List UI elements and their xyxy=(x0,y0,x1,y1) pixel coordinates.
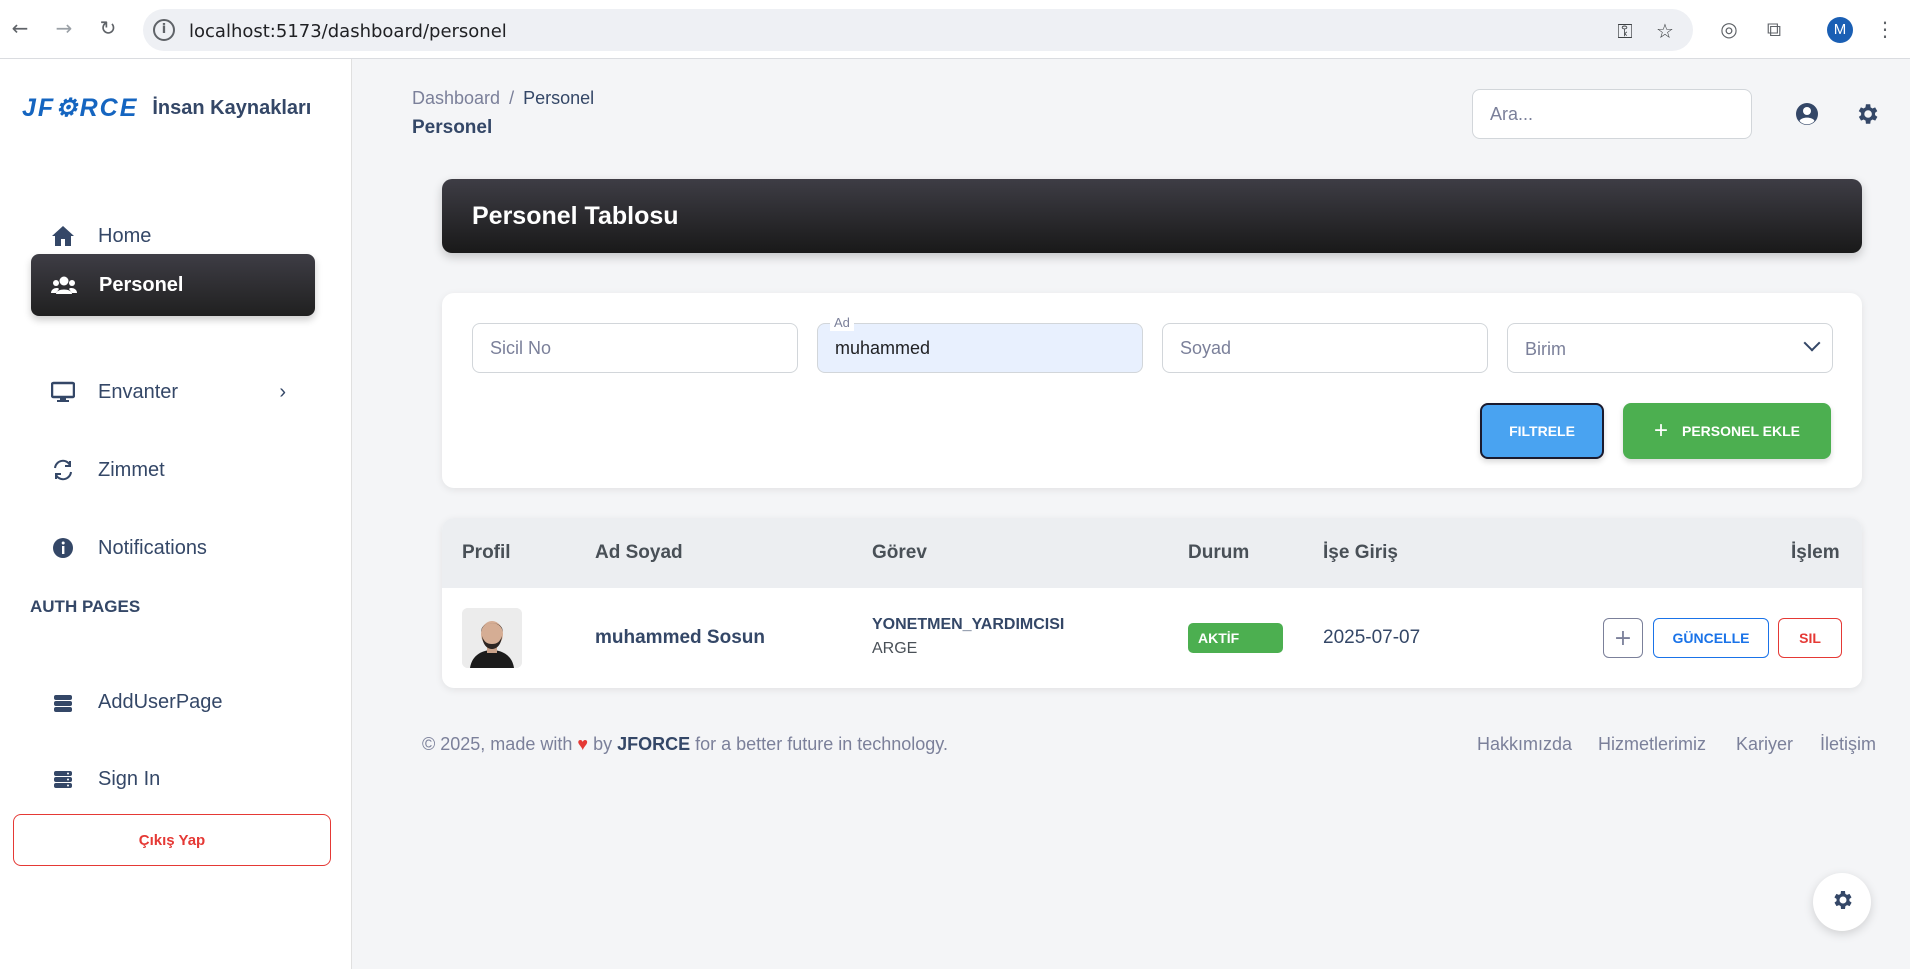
update-button[interactable]: GÜNCELLE xyxy=(1653,618,1769,658)
sidebar-item-label: Personel xyxy=(99,273,184,296)
breadcrumb-current: Personel xyxy=(523,88,595,108)
add-personnel-label: PERSONEL EKLE xyxy=(1682,423,1800,439)
search-input[interactable] xyxy=(1473,90,1751,138)
brand-logo: JF⚙RCE xyxy=(22,94,139,122)
home-icon xyxy=(50,223,76,249)
column-header-ise-giris: İşe Giriş xyxy=(1323,542,1398,563)
row-add-button[interactable]: + xyxy=(1603,618,1643,658)
sicil-no-input[interactable] xyxy=(473,324,797,372)
cell-role: YONETMEN_YARDIMCISI xyxy=(872,616,1065,633)
monitor-icon xyxy=(50,379,76,405)
brand-name: İnsan Kaynakları xyxy=(152,96,312,119)
column-header-gorev: Görev xyxy=(872,542,927,563)
url-text[interactable]: localhost:5173/dashboard/personel xyxy=(189,21,507,42)
sidebar-item-label: Envanter xyxy=(98,380,179,403)
sidebar: JF⚙RCE İnsan Kaynakları Home Personel En… xyxy=(0,59,352,969)
cell-start-date: 2025-07-07 xyxy=(1323,627,1421,648)
sidebar-item-notifications[interactable]: Notifications xyxy=(30,517,314,579)
soyad-input[interactable] xyxy=(1163,324,1487,372)
chevron-down-icon xyxy=(1803,334,1821,352)
cell-department: ARGE xyxy=(872,640,918,657)
footer-link-iletisim[interactable]: İletişim xyxy=(1820,734,1876,755)
gear-icon xyxy=(1830,888,1854,917)
sidebar-item-adduserpage[interactable]: AddUserPage xyxy=(30,671,314,733)
sidebar-item-label: Zimmet xyxy=(98,458,165,481)
plus-icon: + xyxy=(1653,417,1668,444)
footer-credit: © 2025, made with ♥ by JFORCE for a bett… xyxy=(422,734,948,755)
browser-toolbar: ← → ↻ i localhost:5173/dashboard/persone… xyxy=(0,0,1910,59)
footer-link-hakkimizda[interactable]: Hakkımızda xyxy=(1477,734,1572,755)
browser-menu-icon[interactable]: ⋮ xyxy=(1872,17,1898,43)
sync-icon xyxy=(50,457,76,483)
footer-link-kariyer[interactable]: Kariyer xyxy=(1736,734,1793,755)
sidebar-item-signin[interactable]: Sign In xyxy=(30,748,314,810)
page-title: Personel xyxy=(412,117,493,138)
forward-arrow-icon[interactable]: → xyxy=(50,14,78,42)
reload-icon[interactable]: ↻ xyxy=(94,14,122,42)
key-icon[interactable]: ⚿ xyxy=(1613,19,1637,43)
column-header-islem: İşlem xyxy=(1791,542,1840,563)
footer-suffix: for a better future in technology. xyxy=(695,734,948,754)
table-title-card: Personel Tablosu xyxy=(442,179,1862,253)
footer-link-hizmetlerimiz[interactable]: Hizmetlerimiz xyxy=(1598,734,1706,755)
settings-gear-icon[interactable] xyxy=(1854,101,1880,127)
chevron-right-icon: › xyxy=(279,381,286,403)
footer-brand-link[interactable]: JFORCE xyxy=(617,734,690,754)
birim-select[interactable]: Birim xyxy=(1507,323,1833,373)
filter-card: Ad Birim FILTRELE + PERSONEL EKLE xyxy=(442,293,1862,488)
back-arrow-icon[interactable]: ← xyxy=(6,14,34,42)
personnel-table: Profil Ad Soyad Görev Durum İşe Giriş İş… xyxy=(442,518,1862,688)
birim-select-value: Birim xyxy=(1525,339,1566,359)
delete-button[interactable]: SIL xyxy=(1778,618,1842,658)
footer-prefix: © 2025, made with xyxy=(422,734,573,754)
extensions-puzzle-icon[interactable]: ⧉ xyxy=(1761,17,1787,43)
settings-fab[interactable] xyxy=(1813,873,1871,931)
breadcrumb: Dashboard / Personel xyxy=(412,88,594,109)
cell-name: muhammed Sosun xyxy=(595,627,765,648)
sidebar-section-auth: AUTH PAGES xyxy=(30,597,141,616)
sidebar-item-zimmet[interactable]: Zimmet xyxy=(30,439,314,501)
extension-badge-icon[interactable]: ◎ xyxy=(1716,17,1742,43)
breadcrumb-dashboard-link[interactable]: Dashboard xyxy=(412,88,500,108)
star-icon[interactable]: ☆ xyxy=(1653,19,1677,43)
sicil-no-field[interactable] xyxy=(472,323,798,373)
account-circle-icon[interactable] xyxy=(1794,101,1820,127)
sidebar-item-label: AddUserPage xyxy=(98,690,223,713)
database-icon xyxy=(50,689,76,715)
site-info-icon[interactable]: i xyxy=(153,19,175,41)
ad-field[interactable]: Ad xyxy=(817,315,1143,373)
column-header-profil: Profil xyxy=(462,542,511,563)
server-icon xyxy=(50,766,76,792)
browser-profile-avatar[interactable]: M xyxy=(1827,17,1853,43)
users-icon xyxy=(51,272,77,298)
sidebar-item-envanter[interactable]: Envanter › xyxy=(30,361,314,423)
column-header-ad-soyad: Ad Soyad xyxy=(595,542,683,563)
filter-button[interactable]: FILTRELE xyxy=(1480,403,1604,459)
add-personnel-button[interactable]: + PERSONEL EKLE xyxy=(1623,403,1831,459)
status-badge: AKTİF xyxy=(1188,623,1283,653)
brand[interactable]: JF⚙RCE İnsan Kaynakları xyxy=(22,93,311,123)
logout-button[interactable]: Çıkış Yap xyxy=(13,814,331,866)
footer-by: by xyxy=(593,734,613,754)
breadcrumb-separator: / xyxy=(509,88,515,108)
sidebar-item-label: Notifications xyxy=(98,536,207,559)
ad-input[interactable] xyxy=(818,324,1142,372)
avatar xyxy=(462,608,522,668)
column-header-durum: Durum xyxy=(1188,542,1250,563)
sidebar-item-personel[interactable]: Personel xyxy=(31,254,315,316)
sidebar-item-label: Sign In xyxy=(98,767,161,790)
info-icon xyxy=(50,535,76,561)
sidebar-item-label: Home xyxy=(98,224,152,247)
table-header: Profil Ad Soyad Görev Durum İşe Giriş İş… xyxy=(442,518,1862,588)
heart-icon: ♥ xyxy=(577,734,589,754)
table-title: Personel Tablosu xyxy=(472,202,679,230)
ad-field-label: Ad xyxy=(830,315,854,331)
search-box[interactable] xyxy=(1472,89,1752,139)
soyad-field[interactable] xyxy=(1162,323,1488,373)
address-bar[interactable]: i localhost:5173/dashboard/personel ⚿ ☆ xyxy=(143,9,1693,51)
